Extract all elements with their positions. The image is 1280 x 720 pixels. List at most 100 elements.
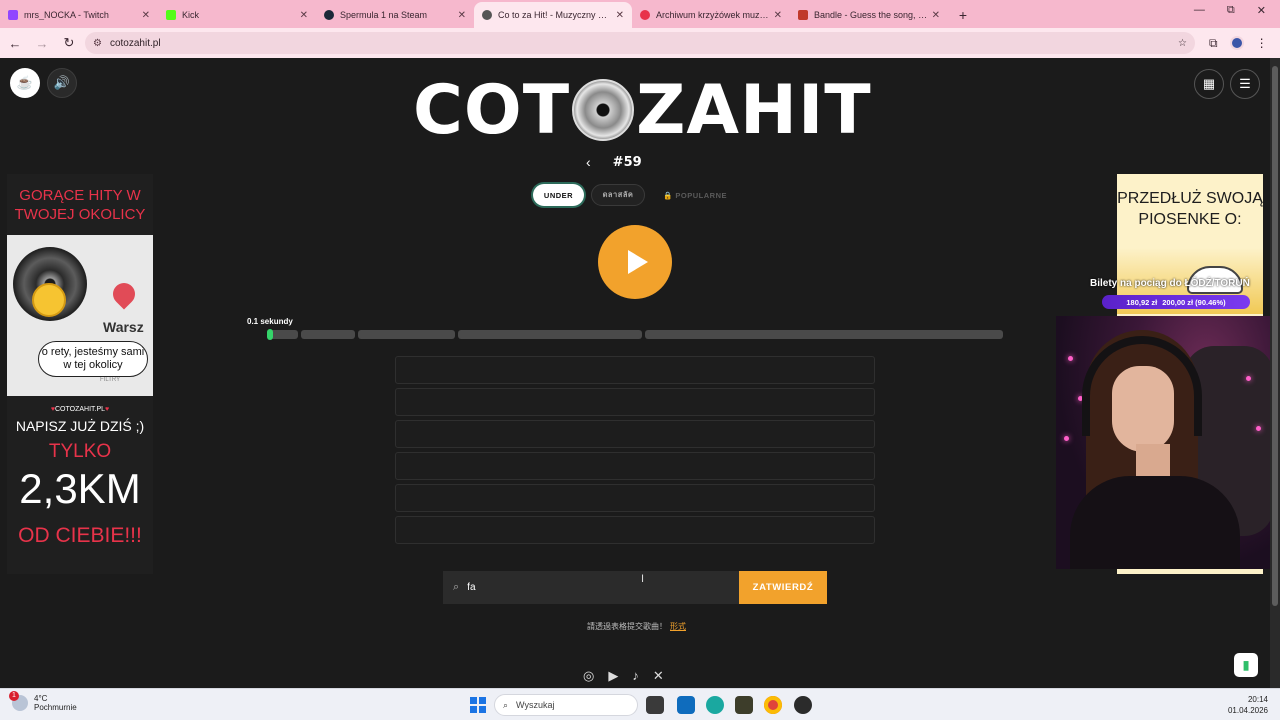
calendar-icon[interactable]: ▦ <box>1194 69 1224 99</box>
tab-kick[interactable]: Kick ✕ <box>158 2 316 28</box>
scrollbar-thumb[interactable] <box>1272 66 1278 606</box>
tab-cotozahit[interactable]: Co to za Hit! - Muzyczny Quiz H ✕ <box>474 2 632 28</box>
play-button[interactable] <box>598 225 672 299</box>
fairy-light <box>1246 376 1251 381</box>
webcam-overlay <box>1056 316 1270 569</box>
tab-close-icon[interactable]: ✕ <box>142 10 150 21</box>
clock-date: 01.04.2026 <box>1227 706 1268 715</box>
logo-text-right: ZAHIT <box>636 70 872 150</box>
mode-popular-button[interactable]: 🔒 POPULARNE <box>660 184 730 206</box>
tab-bandle[interactable]: Bandle - Guess the song, one in ✕ <box>790 2 948 28</box>
sticky-notes-icon[interactable] <box>735 696 753 714</box>
bandle-favicon-icon <box>798 10 808 20</box>
restore-icon[interactable]: ⧉ <box>1227 4 1235 17</box>
notification-badge: 1 <box>9 691 19 701</box>
logo-text-left: COT <box>413 70 571 150</box>
browser-tab-strip: mrs_NOCKA - Twitch ✕ Kick ✕ Spermula 1 n… <box>0 0 1280 28</box>
x-icon[interactable]: ✕ <box>653 668 664 684</box>
weather-widget[interactable]: 1 4°C Pochmurnie <box>9 691 77 712</box>
donation-goal-title: Bilety na pociąg do ŁÓDŹ/TORUŃ <box>1090 278 1250 289</box>
edge-icon[interactable] <box>706 696 724 714</box>
profile-avatar[interactable] <box>1229 36 1244 50</box>
hint-text: 請透過表格提交歌曲！ <box>587 622 667 631</box>
guess-slot <box>395 388 875 416</box>
puzzle-navigation: ‹ #59 <box>586 154 642 170</box>
tab-archiwum[interactable]: Archiwum krzyżówek muzyczny ✕ <box>632 2 790 28</box>
social-links: ◎ ▶ ♪ ✕ <box>583 668 664 684</box>
tab-close-icon[interactable]: ✕ <box>458 10 466 21</box>
taskbar-search[interactable]: ⌕ Wyszukaj <box>494 694 638 716</box>
feedback-fab-icon[interactable]: ▮ <box>1234 653 1258 677</box>
tab-title: Co to za Hit! - Muzyczny Quiz H <box>498 10 612 20</box>
guess-slot <box>395 484 875 512</box>
system-clock[interactable]: 20:14 01.04.2026 <box>1228 694 1268 716</box>
donation-goal: 200,00 zł (90.46%) <box>1162 297 1226 307</box>
left-advertisement[interactable]: GORĄCE HITY W TWOJEJ OKOLICY Warsz FILTR… <box>7 174 153 574</box>
coffee-cup-icon[interactable]: ☕ <box>10 68 40 98</box>
vinyl-disc-icon <box>572 79 635 141</box>
mode-under-button[interactable]: UNDER <box>533 184 584 206</box>
smirk-emoji-icon <box>32 283 66 317</box>
guess-slot <box>395 420 875 448</box>
donation-goal-bar: 180,92 zł 200,00 zł (90.46%) <box>1102 295 1250 309</box>
chrome-icon[interactable] <box>764 696 782 714</box>
address-bar[interactable]: ⚙ cotozahit.pl ☆ <box>85 32 1195 54</box>
tab-close-icon[interactable]: ✕ <box>300 10 308 21</box>
speech-bubble: o rety, jesteśmy sami w tej okolicy <box>38 341 148 377</box>
tab-twitch[interactable]: mrs_NOCKA - Twitch ✕ <box>0 2 158 28</box>
ad-only: TYLKO <box>48 441 112 462</box>
cotozahit-favicon-icon <box>482 10 492 20</box>
brand-heart-icon: ♥ <box>105 406 110 413</box>
play-icon <box>627 250 648 274</box>
tab-title: mrs_NOCKA - Twitch <box>24 10 109 20</box>
tab-close-icon[interactable]: ✕ <box>932 10 940 21</box>
guess-slot <box>395 452 875 480</box>
site-logo[interactable]: COT ZAHIT <box>413 71 872 150</box>
previous-puzzle-icon[interactable]: ‹ <box>586 154 591 170</box>
obs-icon[interactable] <box>794 696 812 714</box>
ad-distance: 2,3KM <box>19 465 141 512</box>
hamburger-menu-icon[interactable]: ☰ <box>1230 69 1260 99</box>
browser-menu-icon[interactable]: ⋮ <box>1256 36 1268 50</box>
close-icon[interactable]: ✕ <box>1257 4 1266 17</box>
new-tab-button[interactable]: + <box>952 4 974 26</box>
instagram-icon[interactable]: ◎ <box>583 668 594 684</box>
site-info-icon[interactable]: ⚙ <box>93 38 102 49</box>
speaker-icon[interactable]: 🔊 <box>47 68 77 98</box>
taskbar-search-placeholder: Wyszukaj <box>516 700 555 710</box>
ad-write-now: NAPISZ JUŻ DZIŚ ;) <box>15 418 145 434</box>
reload-icon[interactable]: ↻ <box>57 31 81 55</box>
submit-button[interactable]: ZATWIERDŹ <box>739 571 827 604</box>
fairy-light <box>1068 356 1073 361</box>
hint-form-link[interactable]: 形式 <box>670 622 686 631</box>
tab-title: Spermula 1 na Steam <box>340 10 428 20</box>
map-city-label: Warsz <box>103 319 144 335</box>
outlook-icon[interactable] <box>677 696 695 714</box>
progress-time-label: 0.1 sekundy <box>247 317 293 326</box>
temperature: 4°C <box>34 694 48 703</box>
search-icon: ⌕ <box>453 581 460 593</box>
windows-start-icon[interactable] <box>470 697 486 713</box>
youtube-icon[interactable]: ▶ <box>608 668 618 684</box>
bookmark-star-icon[interactable]: ☆ <box>1178 38 1187 49</box>
page-scrollbar[interactable] <box>1270 58 1280 688</box>
file-explorer-icon[interactable] <box>646 696 664 714</box>
browser-toolbar: ← → ↻ ⚙ cotozahit.pl ☆ ⧉ ⋮ <box>0 28 1280 58</box>
streamer-body <box>1070 476 1240 569</box>
minimize-icon[interactable]: — <box>1194 4 1205 17</box>
tab-title: Kick <box>182 10 200 20</box>
text-cursor-icon: I <box>641 573 645 585</box>
song-search-input[interactable] <box>467 582 708 593</box>
forward-arrow-icon[interactable]: → <box>30 31 54 55</box>
extensions-icon[interactable]: ⧉ <box>1209 36 1218 51</box>
back-arrow-icon[interactable]: ← <box>3 31 27 55</box>
tab-close-icon[interactable]: ✕ <box>616 10 624 21</box>
tab-steam[interactable]: Spermula 1 na Steam ✕ <box>316 2 474 28</box>
tab-close-icon[interactable]: ✕ <box>774 10 782 21</box>
map-pin-icon <box>108 278 140 310</box>
ad-headline: GORĄCE HITY W TWOJEJ OKOLICY <box>14 187 146 223</box>
twitch-favicon-icon <box>8 10 18 20</box>
song-search-box[interactable]: ⌕ <box>443 571 739 604</box>
tiktok-icon[interactable]: ♪ <box>632 668 639 684</box>
mode-alt-button[interactable]: ดลาสลัค <box>591 184 645 206</box>
